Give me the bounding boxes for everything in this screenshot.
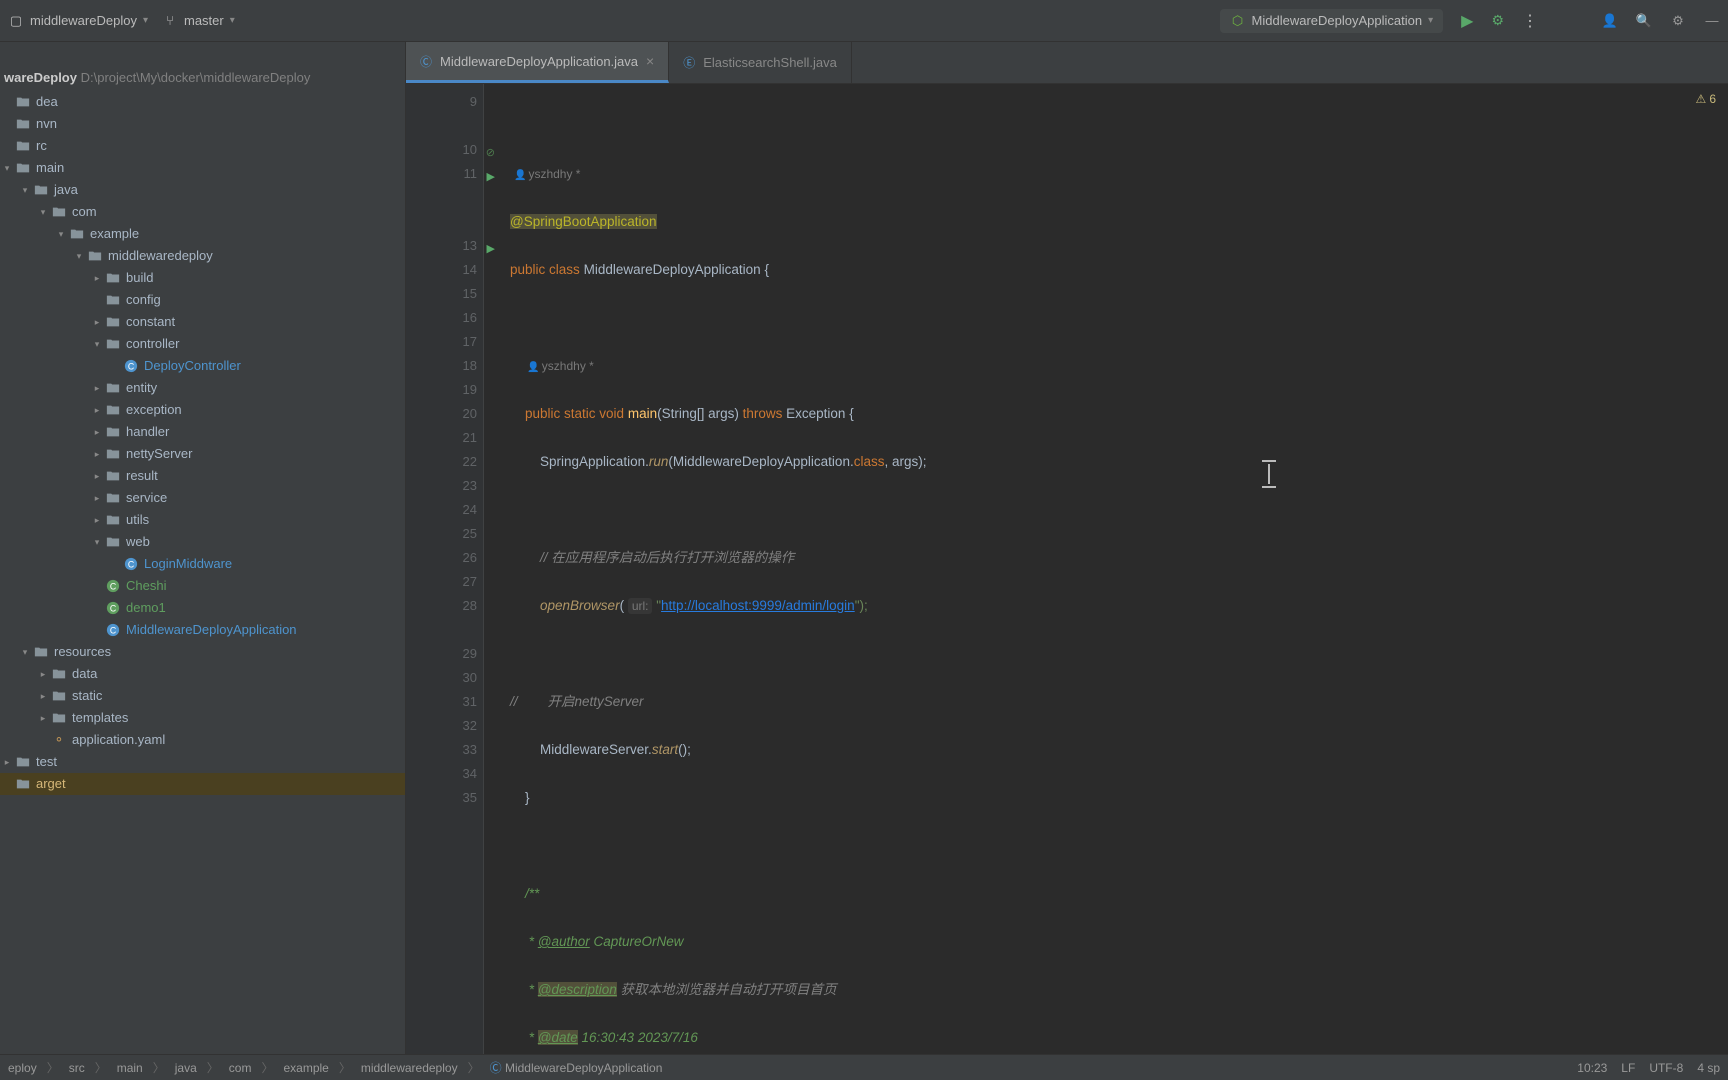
tree-item[interactable]: nvn bbox=[0, 113, 405, 135]
settings-icon[interactable]: ⚙ bbox=[1670, 13, 1686, 29]
tree-item[interactable]: ▾controller bbox=[0, 333, 405, 355]
tree-item[interactable]: arget bbox=[0, 773, 405, 795]
tree-item[interactable]: ▸data bbox=[0, 663, 405, 685]
chevron-down-icon: ▾ bbox=[230, 15, 235, 26]
tree-item[interactable]: ▾example bbox=[0, 223, 405, 245]
tree-item[interactable]: ▾java bbox=[0, 179, 405, 201]
tree-item[interactable]: ▾resources bbox=[0, 641, 405, 663]
run-button[interactable]: ▶ bbox=[1461, 11, 1473, 31]
tree-item[interactable]: ▾com bbox=[0, 201, 405, 223]
caret-position[interactable]: 10:23 bbox=[1577, 1061, 1607, 1075]
debug-button[interactable]: ⚙ bbox=[1491, 12, 1504, 29]
tree-item[interactable]: ▸constant bbox=[0, 311, 405, 333]
svg-text:C: C bbox=[128, 560, 134, 570]
person-icon: 👤 bbox=[514, 170, 526, 181]
tree-item[interactable]: CCheshi bbox=[0, 575, 405, 597]
tree-item[interactable]: ▸result bbox=[0, 465, 405, 487]
person-icon: 👤 bbox=[527, 362, 539, 373]
svg-text:C: C bbox=[110, 604, 116, 614]
svg-text:C: C bbox=[128, 362, 134, 372]
code-editor[interactable]: ⚠ 6 910⊘11▶13▶14151617181920212223242526… bbox=[406, 84, 1728, 1054]
tree-item[interactable]: ▸utils bbox=[0, 509, 405, 531]
tree-item[interactable]: ▾middlewaredeploy bbox=[0, 245, 405, 267]
chevron-down-icon: ▾ bbox=[1428, 15, 1433, 26]
gutter[interactable]: 910⊘11▶13▶141516171819202122232425262728… bbox=[406, 84, 484, 1054]
tab-file-1[interactable]: Ⓒ MiddlewareDeployApplication.java × bbox=[406, 42, 669, 83]
breadcrumb[interactable]: eploy〉src〉main〉java〉com〉example〉middlewa… bbox=[8, 1059, 662, 1076]
text-cursor bbox=[1268, 464, 1270, 484]
inspection-badge[interactable]: ⚠ 6 bbox=[1696, 92, 1716, 106]
code-with-me-icon[interactable]: 👤 bbox=[1602, 13, 1618, 29]
indent[interactable]: 4 sp bbox=[1697, 1061, 1720, 1075]
tree-item[interactable]: ▸entity bbox=[0, 377, 405, 399]
tree-item[interactable]: ▾web bbox=[0, 531, 405, 553]
tree-item[interactable]: ▾main bbox=[0, 157, 405, 179]
run-config-selector[interactable]: ⬡ MiddlewareDeployApplication ▾ bbox=[1220, 9, 1444, 33]
tree-item[interactable]: CMiddlewareDeployApplication bbox=[0, 619, 405, 641]
status-bar: eploy〉src〉main〉java〉com〉example〉middlewa… bbox=[0, 1054, 1728, 1080]
tree-item[interactable]: dea bbox=[0, 91, 405, 113]
project-selector[interactable]: ▢ middlewareDeploy ▾ bbox=[8, 13, 148, 29]
top-toolbar: ▢ middlewareDeploy ▾ ⑂ master ▾ ⬡ Middle… bbox=[0, 0, 1728, 42]
warning-icon: ⚠ bbox=[1696, 92, 1707, 106]
project-path: D:\project\My\docker\middlewareDeploy bbox=[81, 70, 311, 85]
tree-item[interactable]: ▸nettyServer bbox=[0, 443, 405, 465]
tree-item[interactable]: CLoginMiddware bbox=[0, 553, 405, 575]
tree-item[interactable]: ▸build bbox=[0, 267, 405, 289]
tree-item[interactable]: ▸exception bbox=[0, 399, 405, 421]
tree-item[interactable]: ⚬application.yaml bbox=[0, 729, 405, 751]
branch-selector[interactable]: ⑂ master ▾ bbox=[162, 13, 235, 29]
code-content[interactable]: 👤yszhdhy * @SpringBootApplication public… bbox=[484, 84, 1728, 1054]
branch-icon: ⑂ bbox=[162, 13, 178, 29]
tab-file-2[interactable]: Ⓔ ElasticsearchShell.java bbox=[669, 42, 852, 83]
tree-item[interactable]: Cdemo1 bbox=[0, 597, 405, 619]
more-button[interactable]: ⋮ bbox=[1522, 11, 1536, 31]
project-tree: wareDeploy D:\project\My\docker\middlewa… bbox=[0, 42, 406, 1054]
line-ending[interactable]: LF bbox=[1621, 1061, 1635, 1075]
tree-item[interactable]: ▸static bbox=[0, 685, 405, 707]
minimize-icon[interactable]: — bbox=[1704, 13, 1720, 29]
close-icon[interactable]: × bbox=[646, 53, 654, 69]
tree-item[interactable]: ▸templates bbox=[0, 707, 405, 729]
spring-icon: ⬡ bbox=[1230, 13, 1246, 29]
tree-item[interactable]: ▸service bbox=[0, 487, 405, 509]
encoding[interactable]: UTF-8 bbox=[1649, 1061, 1683, 1075]
class-icon: Ⓒ bbox=[420, 53, 432, 70]
class-icon: Ⓔ bbox=[683, 54, 695, 71]
tree-item[interactable]: ▸test bbox=[0, 751, 405, 773]
project-icon: ▢ bbox=[8, 13, 24, 29]
editor-tabs: Ⓒ MiddlewareDeployApplication.java × Ⓔ E… bbox=[406, 42, 1728, 84]
svg-text:C: C bbox=[110, 582, 116, 592]
chevron-down-icon: ▾ bbox=[143, 15, 148, 26]
svg-text:C: C bbox=[110, 626, 116, 636]
project-root[interactable]: wareDeploy bbox=[4, 70, 77, 85]
search-icon[interactable]: 🔍 bbox=[1636, 13, 1652, 29]
tree-item[interactable]: CDeployController bbox=[0, 355, 405, 377]
tree-item[interactable]: rc bbox=[0, 135, 405, 157]
tree-item[interactable]: config bbox=[0, 289, 405, 311]
tree-item[interactable]: ▸handler bbox=[0, 421, 405, 443]
